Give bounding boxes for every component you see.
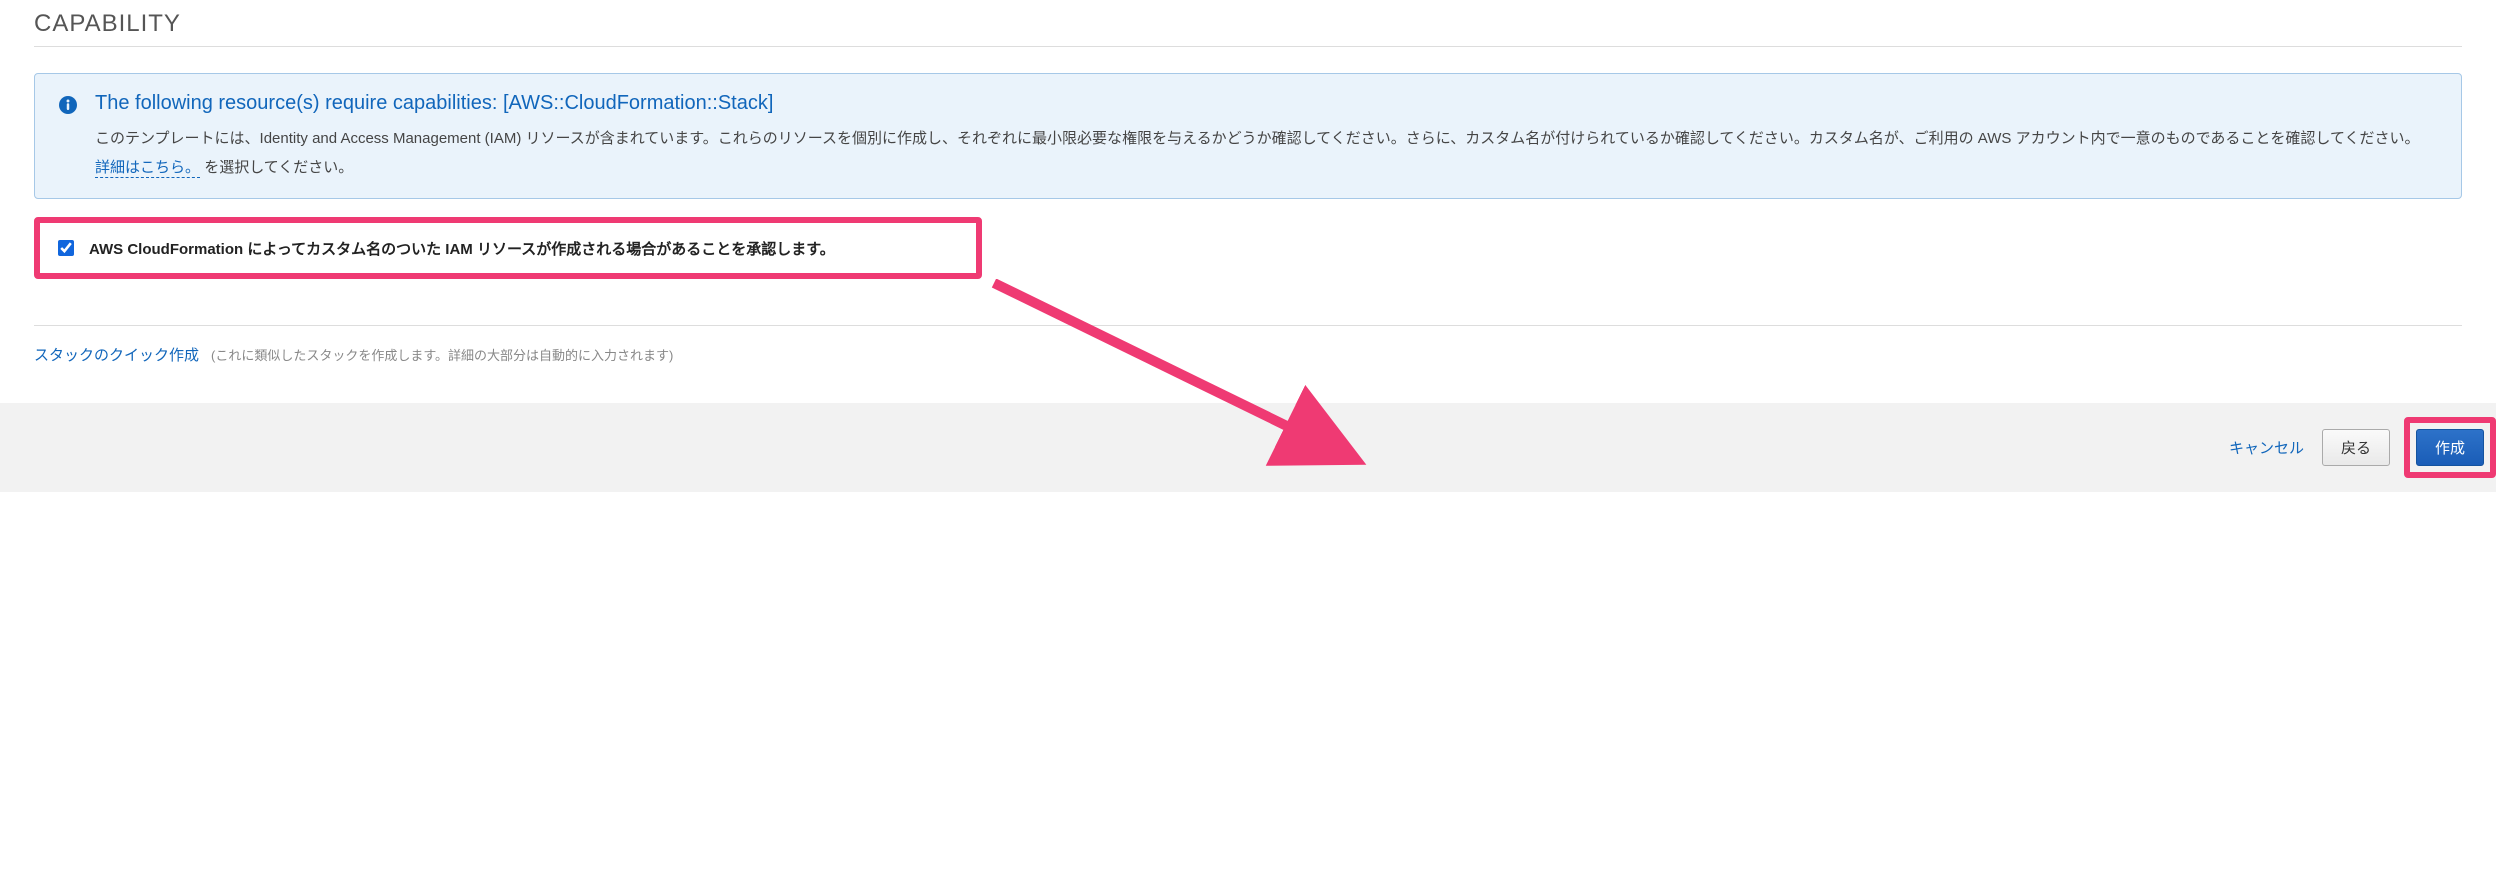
annotation-highlight-create: 作成	[2404, 417, 2496, 478]
annotation-highlight-consent: AWS CloudFormation によってカスタム名のついた IAM リソー…	[34, 217, 982, 279]
quick-create-link[interactable]: スタックのクイック作成	[34, 344, 199, 365]
info-icon	[59, 96, 77, 114]
create-button[interactable]: 作成	[2416, 429, 2484, 466]
capability-ack-checkbox[interactable]	[58, 240, 74, 256]
cancel-button[interactable]: キャンセル	[2225, 431, 2308, 464]
alert-body-pre: このテンプレートには、Identity and Access Managemen…	[95, 130, 2420, 147]
quick-create-hint: (これに類似したスタックを作成します。詳細の大部分は自動的に入力されます)	[211, 345, 673, 364]
capability-ack-label[interactable]: AWS CloudFormation によってカスタム名のついた IAM リソー…	[89, 238, 835, 259]
separator	[34, 325, 2462, 326]
alert-body-post: を選択してください。	[204, 159, 353, 176]
back-button[interactable]: 戻る	[2322, 429, 2390, 466]
wizard-footer: キャンセル 戻る 作成	[0, 403, 2496, 492]
alert-text: このテンプレートには、Identity and Access Managemen…	[95, 125, 2437, 182]
section-title: CAPABILITY	[34, 0, 2462, 47]
capability-alert: The following resource(s) require capabi…	[34, 73, 2462, 199]
alert-heading: The following resource(s) require capabi…	[95, 92, 2437, 115]
alert-learn-more-link[interactable]: 詳細はこちら。	[95, 159, 200, 178]
